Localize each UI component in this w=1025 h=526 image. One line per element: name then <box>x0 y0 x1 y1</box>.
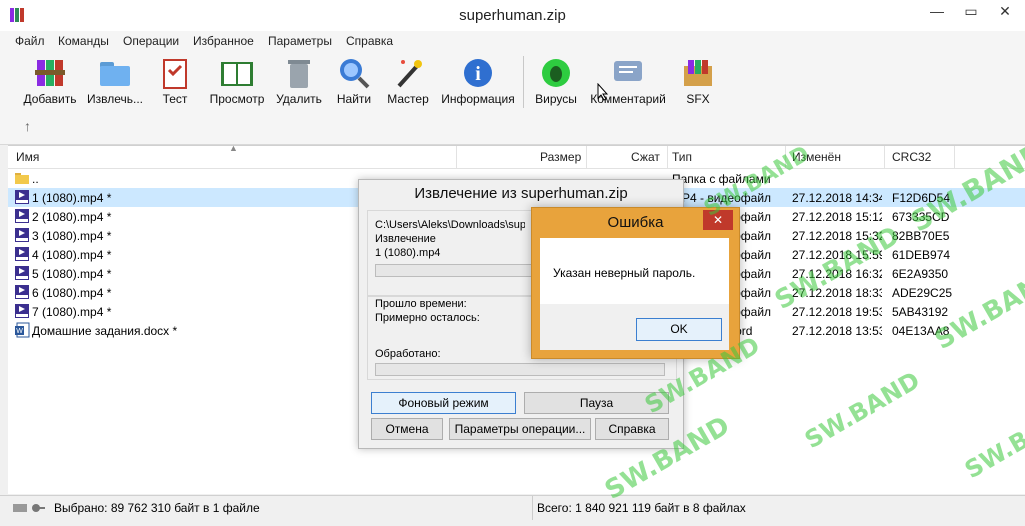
view-button[interactable]: Просмотр <box>206 56 268 112</box>
column-divider[interactable] <box>954 146 955 168</box>
status-icons <box>12 501 46 518</box>
folder-extract-icon <box>100 62 130 86</box>
book-icon <box>221 62 253 86</box>
cell-modified: 27.12.2018 19:53 <box>792 305 882 319</box>
mp4-file-icon <box>14 246 30 262</box>
extract-button[interactable]: Извлечь... <box>84 56 146 112</box>
clipboard-check-icon <box>163 59 187 89</box>
error-message: Указан неверный пароль. <box>553 266 696 280</box>
column-divider[interactable] <box>667 146 668 168</box>
cancel-button[interactable]: Отмена <box>371 418 443 440</box>
elapsed-time-label: Прошло времени: <box>375 298 467 310</box>
cell-crc: 6E2A9350 <box>892 267 949 281</box>
menu-file[interactable]: Файл <box>15 34 45 48</box>
mp4-file-icon <box>14 227 30 243</box>
col-crc[interactable]: CRC32 <box>892 150 931 164</box>
sort-ascending-icon: ▲ <box>229 143 238 153</box>
find-label: Найти <box>336 92 372 106</box>
col-name[interactable]: Имя <box>16 150 39 164</box>
add-button[interactable]: Добавить <box>20 56 80 112</box>
trash-icon <box>288 60 310 88</box>
delete-label: Удалить <box>276 92 322 106</box>
cell-crc: 5AB43192 <box>892 305 949 319</box>
menu-commands[interactable]: Команды <box>58 34 109 48</box>
test-button[interactable]: Тест <box>155 56 195 112</box>
ok-button[interactable]: OK <box>636 318 722 341</box>
maximize-button[interactable]: ▭ <box>954 0 988 22</box>
mp4-file-icon <box>14 284 30 300</box>
wizard-button[interactable]: Мастер <box>385 56 431 112</box>
cell-crc: ADE29C25 <box>892 286 952 300</box>
sfx-box-icon <box>684 60 712 86</box>
bug-icon <box>542 59 570 87</box>
operation-options-button[interactable]: Параметры операции... <box>449 418 591 440</box>
mp4-file-icon <box>14 303 30 319</box>
col-packed[interactable]: Сжат <box>631 150 660 164</box>
info-label: Информация <box>441 92 515 106</box>
cell-crc: 61DEB974 <box>892 248 951 262</box>
column-divider[interactable] <box>456 146 457 168</box>
folder-icon <box>14 170 30 186</box>
col-type[interactable]: Тип <box>672 150 692 164</box>
sfx-label: SFX <box>686 92 710 106</box>
extract-current-file: 1 (1080).mp4 <box>375 247 441 259</box>
column-divider[interactable] <box>586 146 587 168</box>
cell-modified: 27.12.2018 14:34 <box>792 191 882 205</box>
toolbar-separator <box>523 56 524 108</box>
processed-label: Обработано: <box>375 348 441 360</box>
extract-action: Извлечение <box>375 233 436 245</box>
mp4-file-icon <box>14 265 30 281</box>
menu-options[interactable]: Параметры <box>268 34 332 48</box>
mp4-file-icon <box>14 208 30 224</box>
minimize-button[interactable]: — <box>920 0 954 22</box>
word-doc-icon: W <box>14 322 30 338</box>
svg-text:W: W <box>16 328 23 335</box>
extract-label: Извлечь... <box>86 92 143 106</box>
virus-scan-button[interactable]: Вирусы <box>532 56 580 112</box>
extract-path: C:\Users\Aleks\Downloads\superhuman <box>375 219 525 231</box>
cell-modified: 27.12.2018 13:53 <box>792 324 882 338</box>
menu-help[interactable]: Справка <box>346 34 393 48</box>
total-progress-bar <box>375 363 665 376</box>
menu-operations[interactable]: Операции <box>123 34 179 48</box>
status-total: Всего: 1 840 921 119 байт в 8 файлах <box>537 501 746 515</box>
close-button[interactable]: ✕ <box>988 0 1022 22</box>
drive-key-icon <box>13 504 45 512</box>
column-divider[interactable] <box>884 146 885 168</box>
view-label: Просмотр <box>209 92 265 106</box>
background-mode-button[interactable]: Фоновый режим <box>371 392 516 414</box>
remaining-time-label: Примерно осталось: <box>375 312 480 324</box>
status-selected: Выбрано: 89 762 310 байт в 1 файле <box>54 501 260 515</box>
cell-modified: 27.12.2018 15:12 <box>792 210 882 224</box>
delete-button[interactable]: Удалить <box>274 56 324 112</box>
error-dialog: Ошибка ✕ Указан неверный пароль. OK <box>531 207 740 359</box>
archive-add-icon <box>35 60 65 86</box>
magnifier-icon <box>340 59 370 89</box>
add-label: Добавить <box>23 92 77 106</box>
help-button[interactable]: Справка <box>595 418 669 440</box>
info-button[interactable]: i Информация <box>440 56 516 112</box>
sfx-button[interactable]: SFX <box>678 56 718 112</box>
magic-wand-icon <box>397 60 422 88</box>
virus-scan-label: Вирусы <box>535 92 577 106</box>
comment-icon <box>614 61 642 81</box>
find-button[interactable]: Найти <box>334 56 374 112</box>
mp4-file-icon <box>14 189 30 205</box>
list-header <box>8 146 1025 169</box>
col-size[interactable]: Размер <box>540 150 581 164</box>
wizard-label: Мастер <box>387 92 429 106</box>
info-icon: i <box>464 59 492 87</box>
menu-favorites[interactable]: Избранное <box>193 34 254 48</box>
extract-dialog-title: Извлечение из superhuman.zip <box>414 185 628 202</box>
svg-text:i: i <box>475 63 481 85</box>
window-title: superhuman.zip <box>459 7 566 24</box>
up-folder-button[interactable]: ↑ <box>24 118 31 134</box>
mouse-cursor-icon <box>597 82 609 104</box>
status-divider <box>532 496 533 520</box>
test-label: Тест <box>162 92 188 106</box>
